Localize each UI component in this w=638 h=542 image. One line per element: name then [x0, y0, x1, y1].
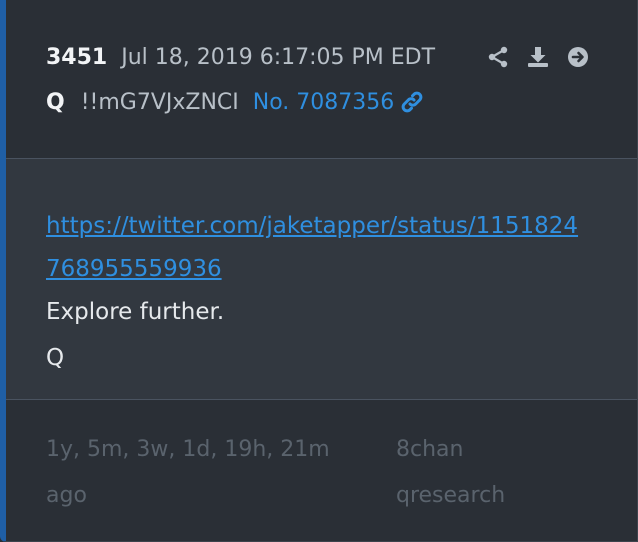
post-author-row: Q !!mG7VJxZNCI No. 7087356	[46, 85, 424, 119]
post-signature: Q	[46, 345, 65, 371]
twitter-link[interactable]: https://twitter.com/jaketapper/status/11…	[46, 205, 591, 291]
post-actions	[486, 40, 590, 74]
share-icon[interactable]	[486, 45, 510, 69]
post-footer: 1y, 5m, 3w, 1d, 19h, 21m ago 8chan qrese…	[6, 400, 637, 541]
post-timestamp: Jul 18, 2019 6:17:05 PM EDT	[121, 44, 436, 70]
post-number: 3451	[46, 44, 108, 70]
post-number-link[interactable]: No. 7087356	[253, 90, 395, 115]
post-header: 3451 Jul 18, 2019 6:17:05 PM EDT Q !!mG7…	[6, 0, 637, 159]
post-meta-row: 3451 Jul 18, 2019 6:17:05 PM EDT	[46, 40, 435, 74]
post-board: 8chan qresearch	[396, 437, 506, 508]
link-icon[interactable]	[400, 90, 424, 114]
post-tripcode: !!mG7VJxZNCI	[80, 89, 239, 115]
post-body: https://twitter.com/jaketapper/status/11…	[6, 159, 637, 400]
post-author: Q	[46, 89, 65, 115]
download-icon[interactable]	[526, 45, 550, 69]
arrow-circle-right-icon[interactable]	[566, 45, 590, 69]
post-age: 1y, 5m, 3w, 1d, 19h, 21m ago	[46, 437, 330, 508]
post-text-line-1: Explore further.	[46, 299, 225, 325]
post-card: 3451 Jul 18, 2019 6:17:05 PM EDT Q !!mG7…	[0, 0, 638, 542]
